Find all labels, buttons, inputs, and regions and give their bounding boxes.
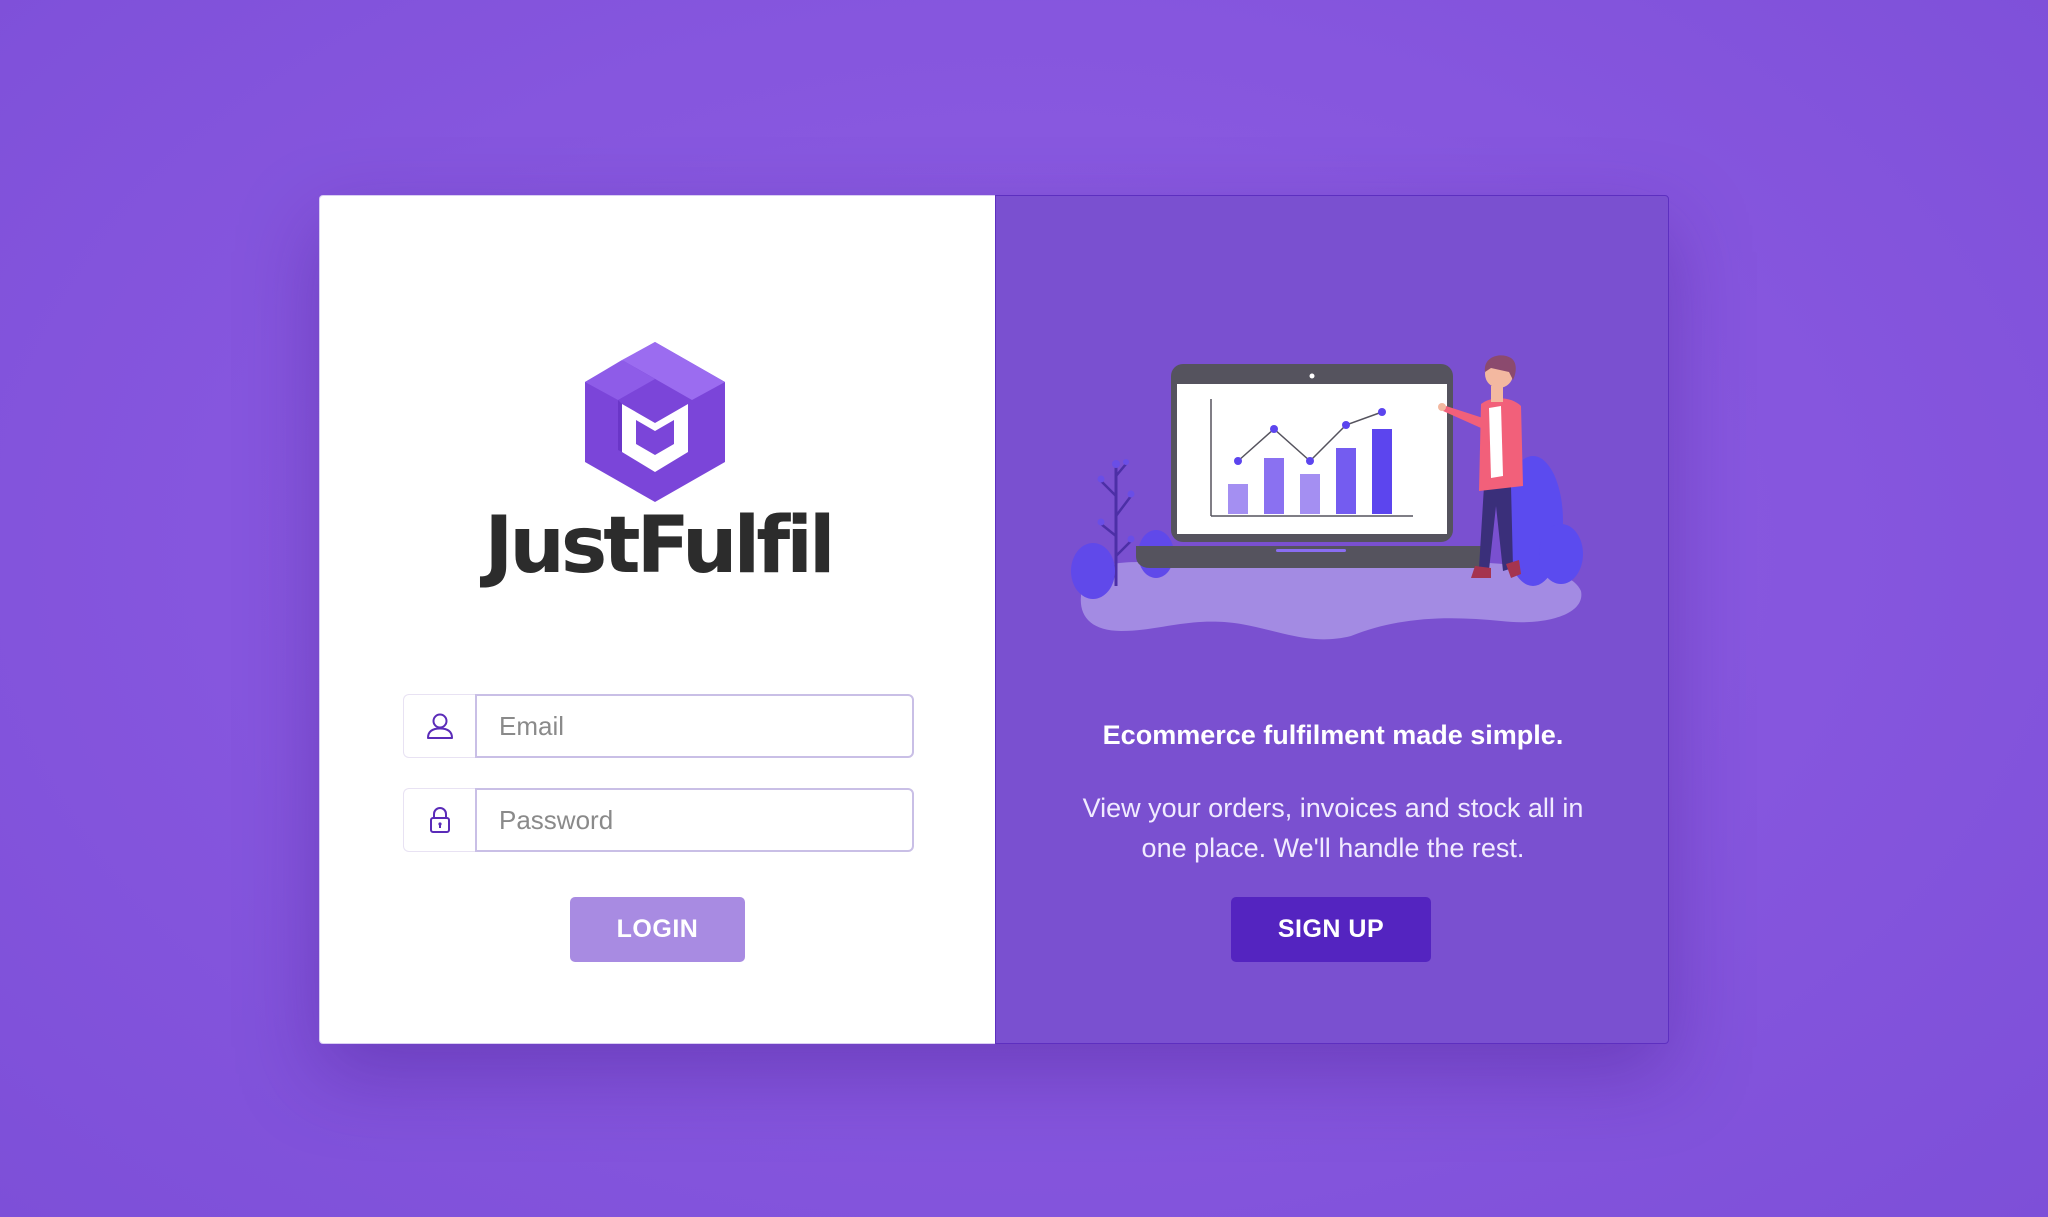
email-addon <box>403 694 475 758</box>
password-input[interactable] <box>475 788 914 852</box>
password-field-group <box>403 788 914 852</box>
brand-wordmark: JustFulfil <box>484 501 835 591</box>
email-input[interactable] <box>475 694 914 758</box>
login-button[interactable]: LOGIN <box>570 897 745 962</box>
promo-tagline: Ecommerce fulfilment made simple. <box>1102 720 1564 750</box>
login-panel: JustFulfil LOGIN <box>319 195 995 1044</box>
login-card: JustFulfil LOGIN <box>319 195 1669 1044</box>
promo-panel: Ecommerce fulfilment made simple. View y… <box>995 195 1669 1044</box>
signup-button[interactable]: SIGN UP <box>1231 897 1431 962</box>
cube-box-icon <box>585 342 725 502</box>
lock-icon <box>429 807 450 833</box>
user-icon <box>426 713 453 739</box>
presenter-chart-illustration <box>1071 355 1583 640</box>
password-addon <box>403 788 475 852</box>
promo-description: View your orders, invoices and stock all… <box>1082 793 1584 863</box>
email-field-group <box>403 694 914 758</box>
